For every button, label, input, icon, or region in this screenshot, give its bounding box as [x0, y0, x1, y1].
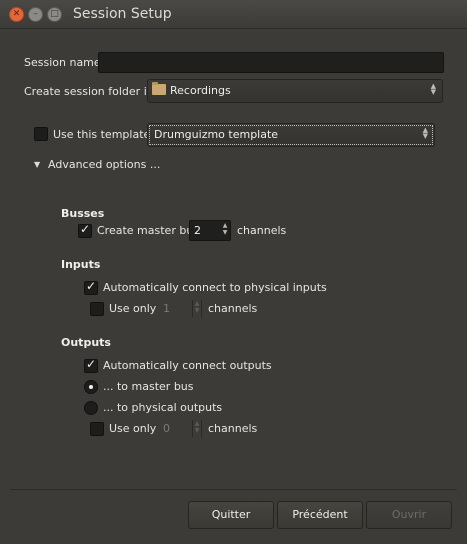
auto-connect-inputs-checkbox[interactable]: ✓	[84, 279, 98, 295]
to-master-bus-radio[interactable]	[84, 380, 98, 394]
inputs-channels-label: channels	[208, 302, 258, 315]
to-master-bus-label: ... to master bus	[103, 380, 194, 393]
radio-dot-icon	[89, 385, 93, 389]
inputs-use-only-label: Use only	[109, 302, 157, 315]
auto-connect-outputs-checkbox[interactable]: ✓	[84, 357, 98, 373]
expander-arrow-icon[interactable]: ▼	[34, 160, 40, 169]
button-separator	[10, 489, 457, 490]
maximize-window-button[interactable]: □	[47, 7, 62, 22]
chevron-updown-icon: ▲ ▼	[422, 126, 428, 140]
close-window-button[interactable]: ✕	[9, 7, 24, 22]
create-master-bus-label: Create master bus	[97, 224, 200, 237]
busses-section-title: Busses	[61, 207, 105, 220]
outputs-use-only-label: Use only	[109, 422, 157, 435]
previous-button[interactable]: Précédent	[277, 501, 363, 529]
template-selected-value: Drumguizmo template	[154, 128, 279, 141]
session-name-input[interactable]	[98, 52, 444, 73]
outputs-section-title: Outputs	[61, 336, 111, 349]
use-template-label: Use this template	[53, 128, 151, 141]
minimize-window-button[interactable]: –	[28, 7, 43, 22]
to-physical-outputs-label: ... to physical outputs	[103, 401, 223, 414]
title-bar: ✕ – □ Session Setup	[0, 0, 467, 29]
auto-connect-outputs-label: Automatically connect outputs	[103, 359, 272, 372]
create-master-bus-checkbox[interactable]: ✓	[78, 222, 92, 238]
session-name-label: Session name:	[24, 56, 105, 69]
open-button[interactable]: Ouvrir	[366, 501, 452, 529]
quit-button[interactable]: Quitter	[188, 501, 274, 529]
folder-icon	[152, 82, 166, 95]
chevron-updown-icon: ▲ ▼	[430, 82, 436, 96]
outputs-channels-label: channels	[208, 422, 258, 435]
spinner-arrows-icon[interactable]: ▲ ▼	[192, 420, 202, 437]
use-template-checkbox[interactable]	[34, 127, 48, 141]
advanced-options-toggle[interactable]: Advanced options ...	[48, 158, 160, 171]
window-title: Session Setup	[73, 6, 172, 22]
spinner-arrows-icon[interactable]: ▲ ▼	[192, 300, 202, 317]
outputs-channels-value: 0	[163, 422, 170, 435]
outputs-channels-spinner[interactable]: 0 ▲ ▼	[158, 418, 204, 439]
master-bus-channels-value: 2	[194, 224, 201, 237]
checkmark-icon: ✓	[86, 279, 97, 293]
to-physical-outputs-radio[interactable]	[84, 401, 98, 415]
inputs-channels-value: 1	[163, 302, 170, 315]
outputs-use-only-checkbox[interactable]	[90, 422, 104, 436]
checkmark-icon: ✓	[86, 357, 97, 371]
master-bus-channels-spinner[interactable]: 2 ▲ ▼	[189, 220, 231, 241]
spinner-arrows-icon[interactable]: ▲ ▼	[221, 222, 229, 236]
inputs-channels-spinner[interactable]: 1 ▲ ▼	[158, 298, 204, 319]
auto-connect-inputs-label: Automatically connect to physical inputs	[103, 281, 327, 294]
inputs-section-title: Inputs	[61, 258, 101, 271]
session-folder-value: Recordings	[170, 84, 231, 97]
session-folder-combo[interactable]: Recordings ▲ ▼	[147, 79, 443, 103]
session-folder-label: Create session folder in:	[24, 85, 158, 98]
master-bus-channels-label: channels	[237, 224, 287, 237]
checkmark-icon: ✓	[80, 222, 91, 236]
inputs-use-only-checkbox[interactable]	[90, 302, 104, 316]
template-combo[interactable]: Drumguizmo template ▲ ▼	[147, 123, 435, 147]
